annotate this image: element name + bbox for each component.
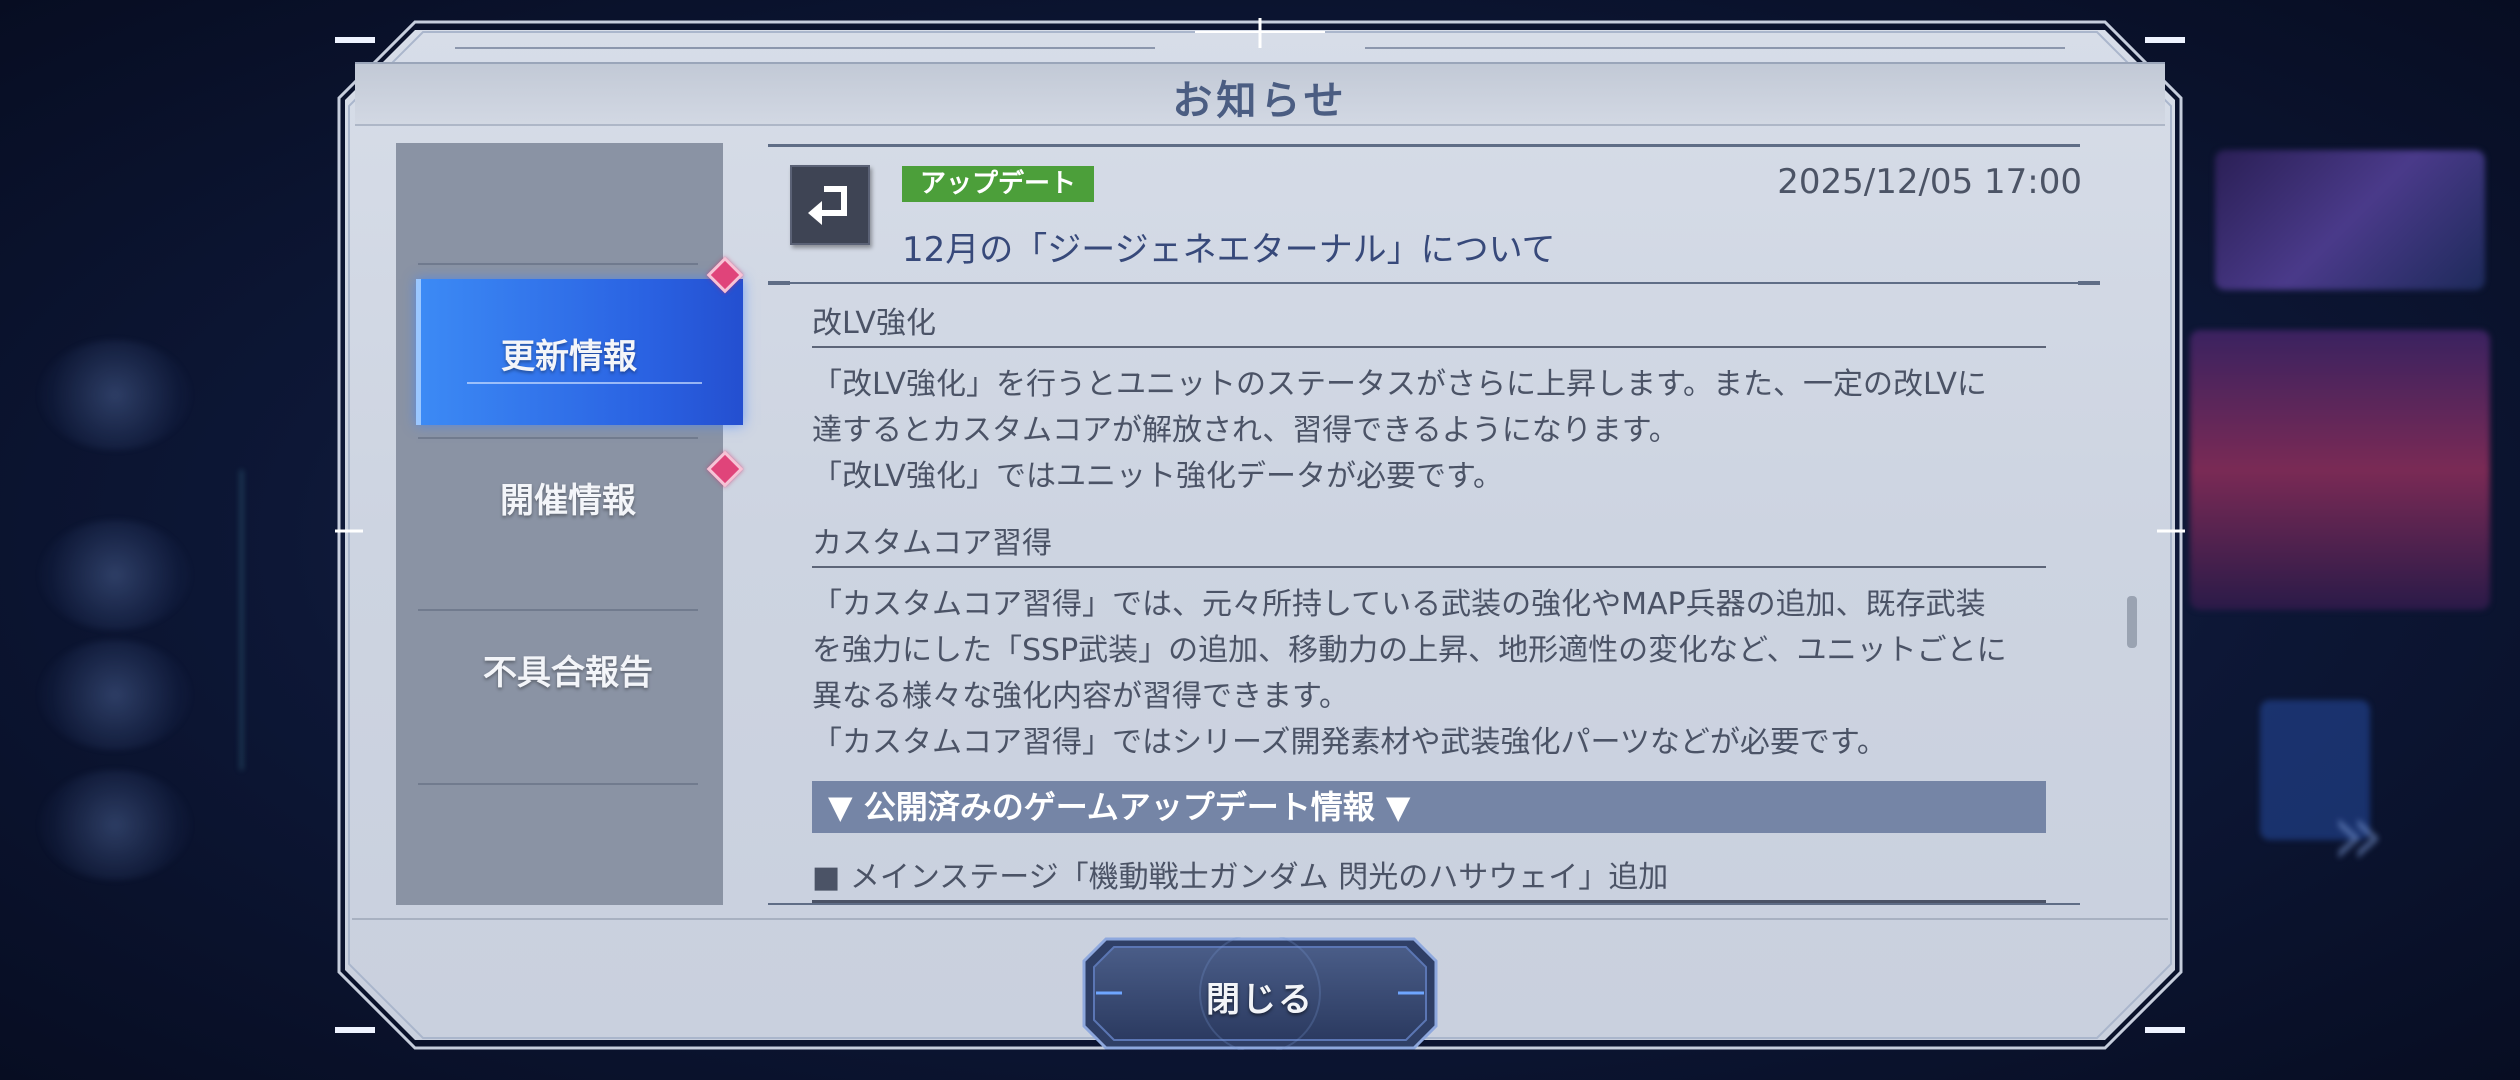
section-body: 「改LV強化」を行うとユニットのステータスがさらに上昇します。また、一定の改LV… xyxy=(812,362,2052,500)
dialog-title: お知らせ xyxy=(1172,78,1348,124)
body-line: 「カスタムコア習得」では、元々所持している武装の強化やMAP兵器の追加、既存武装 xyxy=(812,587,1986,622)
tab-event-info-label: 開催情報 xyxy=(500,481,636,521)
tab-active-underline xyxy=(467,382,702,384)
section-heading: カスタムコア習得 xyxy=(812,518,2046,568)
tab-bug-report-label: 不具合報告 xyxy=(483,653,653,693)
background-shop-icon xyxy=(40,770,190,880)
background-mission-icon xyxy=(40,640,190,750)
footer-divider xyxy=(352,918,2168,920)
update-arrow-icon xyxy=(790,165,870,245)
category-tabs: 更新情報 開催情報 不具合報告 xyxy=(396,143,743,905)
dialog-header: お知らせ xyxy=(355,62,2165,126)
tab-update-info-label: 更新情報 xyxy=(501,337,637,377)
update-item: ■ メインステージ「機動戦士ガンダム 閃光のハサウェイ」追加 xyxy=(812,852,2046,903)
body-line: を強力にした「SSP武装」の追加、移動力の上昇、地形適性の変化など、ユニットごと… xyxy=(812,633,2007,668)
expand-update-info-button[interactable]: ▼ 公開済みのゲームアップデート情報 ▼ xyxy=(812,781,2046,833)
background-forward-icon: » xyxy=(2330,782,2386,887)
news-title: 12月の「ジージェネエターナル」について xyxy=(902,230,1556,270)
background-present-icon xyxy=(40,520,190,630)
background-menu-icon xyxy=(40,340,190,450)
body-line: 「改LV強化」ではユニット強化データが必要です。 xyxy=(812,459,1503,494)
body-line: 「改LV強化」を行うとユニットのステータスがさらに上昇します。また、一定の改LV… xyxy=(812,367,1987,402)
scrollbar-thumb[interactable] xyxy=(2127,596,2137,648)
background-banner xyxy=(2215,150,2485,290)
tab-bug-report[interactable]: 不具合報告 xyxy=(418,615,718,715)
title-divider xyxy=(768,281,2100,285)
section-body: 「カスタムコア習得」では、元々所持している武装の強化やMAP兵器の追加、既存武装… xyxy=(812,582,2052,766)
news-date: 2025/12/05 17:00 xyxy=(1777,162,2082,202)
section-heading: 改LV強化 xyxy=(812,298,2046,348)
category-badge: アップデート xyxy=(902,166,1095,202)
body-line: 達するとカスタムコアが解放され、習得できるようになります。 xyxy=(812,413,1679,448)
content-bottom-divider xyxy=(768,903,2080,905)
content-top-divider xyxy=(768,144,2080,147)
body-line: 「カスタムコア習得」ではシリーズ開発素材や武装強化パーツなどが必要です。 xyxy=(812,725,1887,760)
close-button[interactable]: 閉じる xyxy=(1082,937,1438,1050)
tab-event-info[interactable]: 開催情報 xyxy=(418,443,718,543)
close-button-label: 閉じる xyxy=(1206,980,1314,1020)
background-event-banner xyxy=(2190,330,2490,610)
body-line: 異なる様々な強化内容が習得できます。 xyxy=(812,679,1349,714)
tab-update-info[interactable]: 更新情報 xyxy=(416,279,743,425)
